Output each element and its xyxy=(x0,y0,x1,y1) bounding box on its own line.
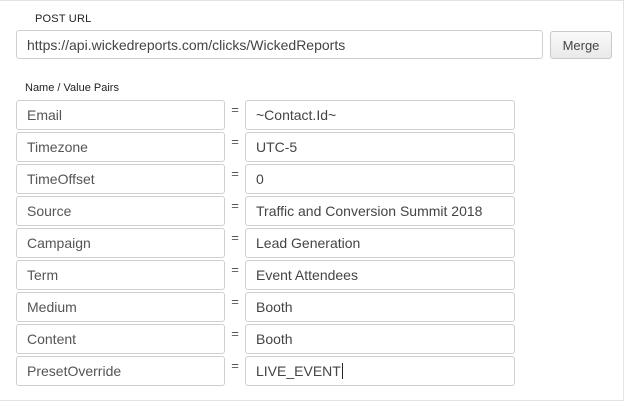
equals-sign: = xyxy=(231,230,239,245)
pair-name-text: Content xyxy=(27,331,77,347)
pair-name-text: Source xyxy=(27,203,72,219)
equals-sign: = xyxy=(231,102,239,117)
pair-row-source: Source = Traffic and Conversion Summit 2… xyxy=(0,196,625,226)
pair-name-field[interactable]: Medium xyxy=(16,292,225,322)
pair-value-field[interactable]: Traffic and Conversion Summit 2018 xyxy=(245,196,515,226)
pair-row-campaign: Campaign = Lead Generation xyxy=(0,228,625,258)
pair-name-field[interactable]: Term xyxy=(16,260,225,290)
pair-row-timeoffset: TimeOffset = 0 xyxy=(0,164,625,194)
pair-name-text: Campaign xyxy=(27,235,91,251)
pair-value-text: Event Attendees xyxy=(256,267,358,283)
pair-row-timezone: Timezone = UTC-5 xyxy=(0,132,625,162)
pair-name-text: Term xyxy=(27,267,59,283)
pair-name-field[interactable]: Campaign xyxy=(16,228,225,258)
pair-row-content: Content = Booth xyxy=(0,324,625,354)
equals-sign: = xyxy=(231,358,239,373)
pair-value-field[interactable]: Booth xyxy=(245,324,515,354)
pair-value-text: Booth xyxy=(256,299,293,315)
pair-name-field[interactable]: Email xyxy=(16,100,225,130)
pair-row-presetoverride: PresetOverride = LIVE_EVENT xyxy=(0,356,625,386)
post-url-panel: POST URL Merge Name / Value Pairs Email … xyxy=(0,0,624,401)
pair-name-field[interactable]: Content xyxy=(16,324,225,354)
pair-value-field[interactable]: Lead Generation xyxy=(245,228,515,258)
pair-name-field[interactable]: Timezone xyxy=(16,132,225,162)
pair-name-field[interactable]: TimeOffset xyxy=(16,164,225,194)
name-value-pairs-label: Name / Value Pairs xyxy=(25,82,119,94)
pair-value-field[interactable]: 0 xyxy=(245,164,515,194)
pair-row-term: Term = Event Attendees xyxy=(0,260,625,290)
pair-name-text: Medium xyxy=(27,299,77,315)
pair-value-text: UTC-5 xyxy=(256,139,298,155)
equals-sign: = xyxy=(231,294,239,309)
pair-name-text: TimeOffset xyxy=(27,171,95,187)
pair-value-text: LIVE_EVENT xyxy=(256,363,341,379)
post-url-label: POST URL xyxy=(35,13,92,25)
text-cursor xyxy=(341,363,343,379)
pair-value-text: Booth xyxy=(256,331,293,347)
equals-sign: = xyxy=(231,198,239,213)
pair-value-field[interactable]: UTC-5 xyxy=(245,132,515,162)
pair-value-text: ~Contact.Id~ xyxy=(256,107,337,123)
equals-sign: = xyxy=(231,262,239,277)
equals-sign: = xyxy=(231,134,239,149)
pair-name-field[interactable]: PresetOverride xyxy=(16,356,225,386)
pair-name-text: Email xyxy=(27,107,63,123)
post-url-input[interactable] xyxy=(16,30,543,59)
pair-value-text: 0 xyxy=(256,171,264,187)
pair-name-text: Timezone xyxy=(27,139,88,155)
pair-value-text: Lead Generation xyxy=(256,235,361,251)
equals-sign: = xyxy=(231,166,239,181)
pair-value-text: Traffic and Conversion Summit 2018 xyxy=(256,203,483,219)
pair-value-field[interactable]: ~Contact.Id~ xyxy=(245,100,515,130)
pair-row-medium: Medium = Booth xyxy=(0,292,625,322)
pair-row-email: Email = ~Contact.Id~ xyxy=(0,100,625,130)
merge-button[interactable]: Merge xyxy=(550,31,612,59)
pair-name-text: PresetOverride xyxy=(27,363,122,379)
pair-value-field[interactable]: Event Attendees xyxy=(245,260,515,290)
equals-sign: = xyxy=(231,326,239,341)
pair-value-field-active[interactable]: LIVE_EVENT xyxy=(245,356,515,386)
pair-value-field[interactable]: Booth xyxy=(245,292,515,322)
pair-name-field[interactable]: Source xyxy=(16,196,225,226)
